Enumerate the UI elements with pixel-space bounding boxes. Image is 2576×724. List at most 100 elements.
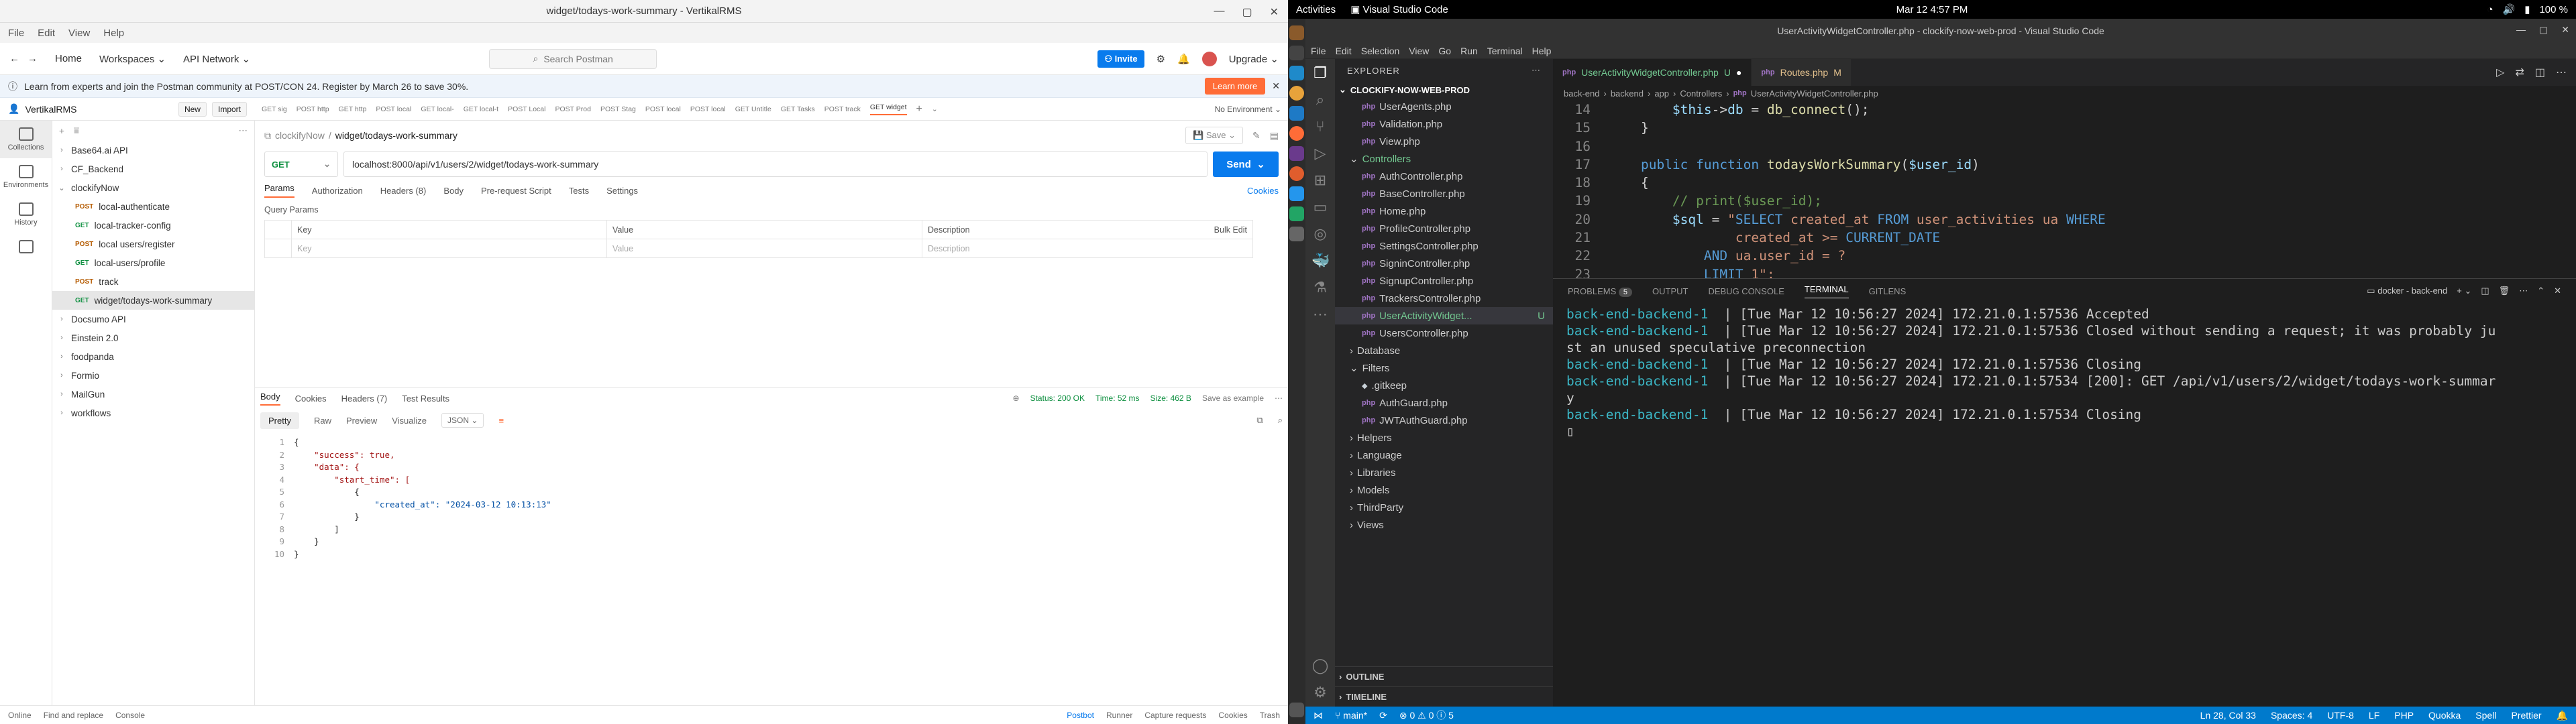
send-button[interactable]: Send ⌄ — [1213, 152, 1279, 177]
menu-help[interactable]: Help — [103, 27, 124, 39]
vs-minimize-icon[interactable]: — — [2516, 24, 2526, 36]
cookies-link[interactable]: Cookies — [1247, 186, 1279, 196]
tab-authorization[interactable]: Authorization — [312, 186, 363, 196]
edit-icon[interactable]: ✎ — [1252, 130, 1260, 141]
file-tree-item[interactable]: › Views — [1335, 516, 1553, 534]
dock-app-grid-icon[interactable] — [1289, 703, 1304, 717]
vs-menu-terminal[interactable]: Terminal — [1487, 46, 1523, 56]
new-tab-icon[interactable]: + — [916, 103, 922, 115]
dock-app-sheets-icon[interactable] — [1289, 206, 1304, 221]
fmt-pretty[interactable]: Pretty — [260, 412, 299, 429]
run-icon[interactable]: ▷ — [2496, 66, 2504, 79]
api-network-menu[interactable]: API Network ⌄ — [183, 53, 250, 65]
file-tree-item[interactable]: › Models — [1335, 481, 1553, 499]
clock[interactable]: Mar 12 4:57 PM — [1896, 4, 1968, 15]
minimize-icon[interactable]: — — [1214, 5, 1224, 19]
sync-icon[interactable]: ⟳ — [1379, 710, 1387, 721]
tree-item[interactable]: › MailGun — [52, 385, 254, 404]
wrap-icon[interactable]: ≡ — [498, 416, 504, 426]
request-tab[interactable]: GET Tasks — [781, 105, 815, 113]
manage-gear-icon[interactable]: ⚙ — [1311, 684, 1329, 701]
crumb-1[interactable]: back-end — [1564, 88, 1599, 99]
request-tab[interactable]: POST local — [376, 105, 411, 113]
docs-icon[interactable]: ▤ — [1270, 130, 1279, 141]
problems-status[interactable]: ⊗ 0 ⚠ 0 ⓘ 5 — [1399, 709, 1454, 722]
notifications-icon[interactable]: 🔔 — [2557, 710, 2568, 721]
tree-item[interactable]: › Formio — [52, 366, 254, 385]
fmt-visualize[interactable]: Visualize — [392, 416, 427, 426]
fmt-preview[interactable]: Preview — [346, 416, 377, 426]
learn-more-button[interactable]: Learn more — [1204, 78, 1266, 95]
menu-file[interactable]: File — [8, 27, 24, 39]
vs-close-icon[interactable]: ✕ — [2561, 24, 2569, 36]
tree-item[interactable]: › Einstein 2.0 — [52, 328, 254, 347]
rail-history[interactable]: History — [0, 196, 52, 233]
terminal-select[interactable]: ▭ docker - back-end — [2367, 286, 2447, 296]
tree-item[interactable]: › workflows — [52, 404, 254, 422]
resp-tab-cookies[interactable]: Cookies — [295, 394, 327, 404]
file-tree-item[interactable]: php SettingsController.php — [1335, 237, 1553, 255]
request-tab[interactable]: GET http — [339, 105, 367, 113]
search-icon[interactable]: ⌕ — [1311, 91, 1329, 109]
close-icon[interactable]: ✕ — [1270, 5, 1279, 19]
maximize-panel-icon[interactable]: ⌃ — [2537, 286, 2544, 296]
status-postbot[interactable]: Postbot — [1067, 711, 1094, 720]
more-icon[interactable]: ⋯ — [2556, 66, 2567, 79]
request-tab[interactable]: GET Untitle — [735, 105, 771, 113]
key-field[interactable]: Key — [291, 239, 607, 258]
status-code[interactable]: Status: 200 OK — [1030, 394, 1085, 403]
home-link[interactable]: Home — [55, 53, 82, 64]
dock-app-chrome-icon[interactable] — [1289, 86, 1304, 101]
file-tree-item[interactable]: php TrackersController.php — [1335, 290, 1553, 307]
dock-app-terminal-icon[interactable] — [1289, 46, 1304, 60]
tree-item[interactable]: GET local-users/profile — [52, 253, 254, 272]
outline-section[interactable]: › OUTLINE — [1335, 666, 1553, 686]
more-icon[interactable]: ⋯ — [1275, 394, 1283, 403]
file-tree-item[interactable]: › Libraries — [1335, 464, 1553, 481]
search-input[interactable]: ⌕ Search Postman — [489, 48, 657, 69]
file-tree-item[interactable]: php UsersController.php — [1335, 324, 1553, 342]
tree-item[interactable]: ⌄ clockifyNow — [52, 178, 254, 197]
tree-item[interactable]: POST local users/register — [52, 235, 254, 253]
environment-select[interactable]: No Environment ⌄ — [1215, 105, 1281, 114]
prettier-status[interactable]: Prettier — [2511, 710, 2541, 721]
status-trash[interactable]: Trash — [1260, 711, 1280, 720]
branch-status[interactable]: ⑂ main* — [1335, 710, 1367, 721]
request-tab[interactable]: GET local- — [421, 105, 453, 113]
file-tree-item[interactable]: php UserAgents.php — [1335, 98, 1553, 115]
crumb-2[interactable]: backend — [1611, 88, 1644, 99]
settings-icon[interactable]: ⚙ — [1157, 53, 1165, 65]
volume-icon[interactable]: 🔊 — [2503, 3, 2516, 15]
source-control-icon[interactable]: ⑂ — [1311, 118, 1329, 135]
encoding[interactable]: UTF-8 — [2327, 710, 2354, 721]
vs-menu-edit[interactable]: Edit — [1336, 46, 1352, 56]
file-tree-item[interactable]: php Home.php — [1335, 202, 1553, 220]
crumb-4[interactable]: Controllers — [1680, 88, 1722, 99]
more-icon[interactable]: ⋯ — [239, 125, 248, 136]
wifi-icon[interactable]: ◔ — [2487, 4, 2493, 15]
request-tab[interactable]: POST local — [645, 105, 681, 113]
file-tree-item[interactable]: › Helpers — [1335, 429, 1553, 446]
status-capture[interactable]: Capture requests — [1144, 711, 1206, 720]
status-runner[interactable]: Runner — [1106, 711, 1132, 720]
vs-menu-view[interactable]: View — [1409, 46, 1429, 56]
file-tree-item[interactable]: ⌄ Filters — [1335, 359, 1553, 377]
vs-menu-selection[interactable]: Selection — [1361, 46, 1400, 56]
notifications-icon[interactable]: 🔔 — [1177, 53, 1190, 65]
import-button[interactable]: Import — [211, 101, 247, 117]
file-tree-item[interactable]: php View.php — [1335, 133, 1553, 150]
upgrade-button[interactable]: Upgrade ⌄ — [1229, 53, 1279, 65]
response-size[interactable]: Size: 462 B — [1150, 394, 1191, 403]
activities-button[interactable]: Activities — [1296, 4, 1336, 15]
method-select[interactable]: GET ⌄ — [264, 152, 338, 177]
docker-icon[interactable]: 🐳 — [1311, 252, 1330, 269]
tree-item[interactable]: POST local-authenticate — [52, 197, 254, 216]
file-tree-item[interactable]: ◆ .gitkeep — [1335, 377, 1553, 394]
app-menu[interactable]: ▣ Visual Studio Code — [1350, 3, 1448, 15]
tree-item[interactable]: GET local-tracker-config — [52, 216, 254, 235]
vs-menu-run[interactable]: Run — [1460, 46, 1478, 56]
tab-settings[interactable]: Settings — [606, 186, 638, 196]
compare-icon[interactable]: ⇄ — [2515, 66, 2524, 79]
quokka-status[interactable]: Quokka — [2428, 710, 2461, 721]
new-terminal-icon[interactable]: + ⌄ — [2457, 286, 2471, 296]
